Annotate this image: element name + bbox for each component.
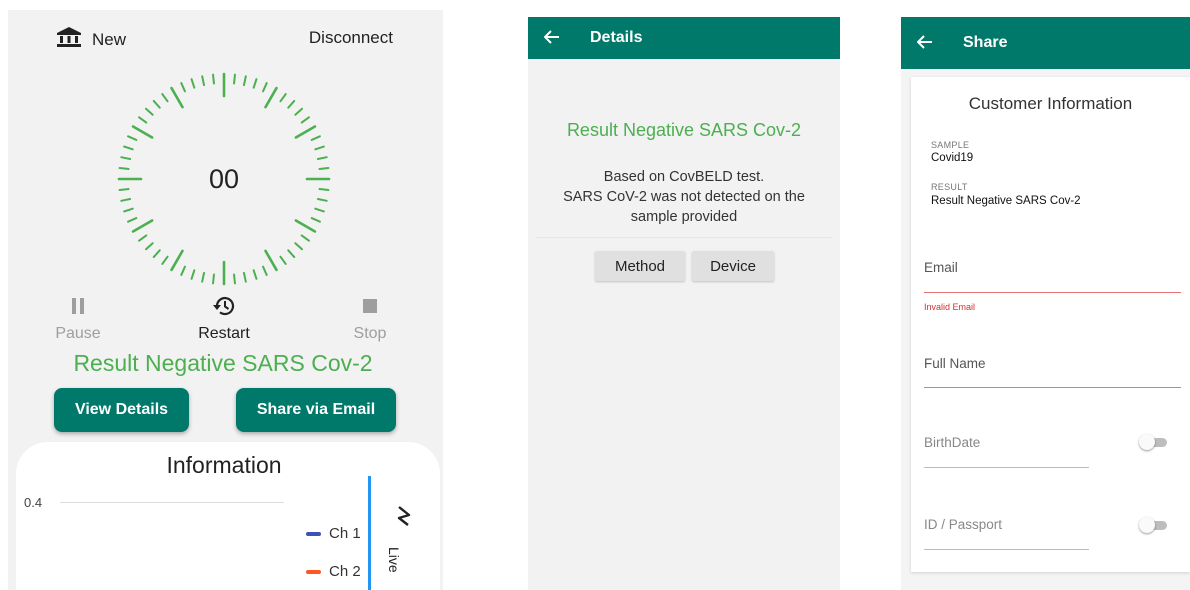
share-screen: Share Customer Information SAMPLE Covid1… bbox=[901, 17, 1190, 590]
email-underline bbox=[924, 292, 1181, 293]
live-chart-icon bbox=[395, 505, 413, 532]
live-toggle[interactable]: Live bbox=[386, 497, 422, 590]
id-passport-toggle[interactable] bbox=[1139, 517, 1169, 533]
toggle-knob bbox=[1139, 434, 1155, 450]
description-line: SARS CoV-2 was not detected on the bbox=[563, 189, 805, 205]
stop-button[interactable]: Stop bbox=[330, 293, 410, 343]
pause-button[interactable]: Pause bbox=[38, 293, 118, 343]
live-label: Live bbox=[386, 547, 402, 573]
arrow-left-icon[interactable] bbox=[916, 33, 947, 54]
timer-dial: 00 bbox=[115, 68, 333, 290]
birthdate-underline bbox=[924, 467, 1089, 468]
device-button[interactable]: Device bbox=[692, 251, 774, 281]
birthdate-toggle[interactable] bbox=[1139, 434, 1169, 450]
new-label: New bbox=[92, 29, 127, 49]
result-label: RESULT bbox=[931, 182, 968, 192]
main-screen: New Disconnect 00 Pause Restart Stop Res… bbox=[8, 10, 443, 590]
legend-item-ch1: Ch 1 bbox=[306, 525, 361, 542]
birthdate-field[interactable]: BirthDate bbox=[924, 435, 980, 450]
grid-line bbox=[60, 502, 284, 503]
details-title: Details bbox=[590, 29, 643, 46]
stop-icon bbox=[330, 293, 410, 319]
information-card: Information 0.4 Ch 1 Ch 2 Live bbox=[16, 442, 440, 590]
bank-icon bbox=[56, 26, 82, 53]
legend-item-ch2: Ch 2 bbox=[306, 563, 361, 580]
share-title: Share bbox=[963, 34, 1008, 51]
restart-label: Restart bbox=[198, 325, 250, 342]
history-icon bbox=[184, 293, 264, 319]
ch1-swatch bbox=[306, 531, 321, 536]
toggle-knob bbox=[1139, 517, 1155, 533]
id-passport-underline bbox=[924, 549, 1089, 550]
result-value: Result Negative SARS Cov-2 bbox=[931, 195, 1081, 207]
top-bar: New Disconnect bbox=[8, 10, 443, 62]
customer-card: Customer Information SAMPLE Covid19 RESU… bbox=[911, 77, 1190, 572]
method-button[interactable]: Method bbox=[595, 251, 685, 281]
details-result: Result Negative SARS Cov-2 bbox=[566, 120, 802, 140]
fullname-underline bbox=[924, 387, 1181, 388]
disconnect-button[interactable]: Disconnect bbox=[309, 28, 393, 48]
description-line: Based on CovBELD test. bbox=[603, 169, 765, 185]
information-title: Information bbox=[166, 452, 282, 478]
details-description: Based on CovBELD test. SARS CoV-2 was no… bbox=[528, 167, 840, 227]
timer-value: 00 bbox=[208, 163, 240, 194]
details-screen: Details Result Negative SARS Cov-2 Based… bbox=[528, 17, 840, 590]
sample-label: SAMPLE bbox=[931, 140, 970, 150]
legend-label-ch2: Ch 2 bbox=[329, 563, 361, 580]
description-line: sample provided bbox=[630, 209, 738, 225]
pause-icon bbox=[38, 293, 118, 319]
restart-button[interactable]: Restart bbox=[184, 293, 264, 343]
view-details-button[interactable]: View Details bbox=[54, 388, 189, 432]
pause-label: Pause bbox=[55, 325, 101, 342]
legend-label-ch1: Ch 1 bbox=[329, 525, 361, 542]
customer-info-title: Customer Information bbox=[968, 94, 1133, 113]
email-field[interactable]: Email bbox=[924, 260, 958, 275]
email-error: Invalid Email bbox=[924, 302, 976, 312]
id-passport-field[interactable]: ID / Passport bbox=[924, 517, 1002, 532]
fullname-field[interactable]: Full Name bbox=[924, 356, 986, 371]
y-tick-label: 0.4 bbox=[24, 495, 43, 510]
details-app-bar: Details bbox=[528, 17, 840, 59]
live-divider bbox=[368, 476, 371, 590]
share-email-button[interactable]: Share via Email bbox=[236, 388, 396, 432]
arrow-left-icon[interactable] bbox=[543, 28, 574, 49]
share-app-bar: Share bbox=[901, 17, 1190, 69]
stop-label: Stop bbox=[353, 325, 387, 342]
result-text: Result Negative SARS Cov-2 bbox=[73, 350, 373, 376]
divider bbox=[536, 237, 832, 238]
ch2-swatch bbox=[306, 569, 321, 574]
sample-value: Covid19 bbox=[931, 152, 974, 164]
new-button[interactable]: New bbox=[56, 26, 126, 53]
